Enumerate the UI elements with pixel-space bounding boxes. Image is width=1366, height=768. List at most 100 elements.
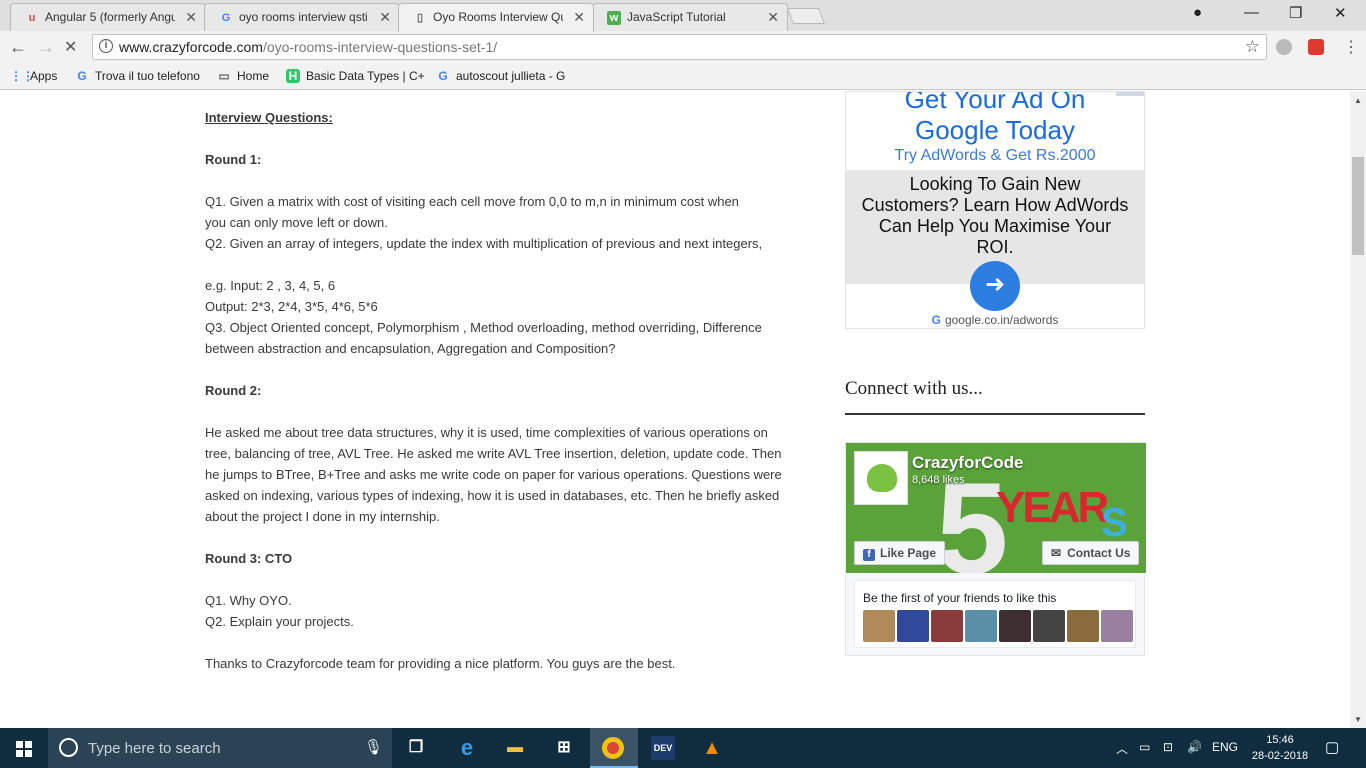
round-1-example-output: Output: 2*3, 2*4, 3*5, 4*6, 5*6 [205,299,378,314]
avatar[interactable] [854,451,908,505]
frog-logo-icon [867,464,897,492]
tab-angular[interactable]: u Angular 5 (formerly Angu ✕ [10,3,206,31]
adwords-ad[interactable]: Get Your Ad On Google Today Try AdWords … [845,91,1145,329]
chrome-icon[interactable] [602,737,624,759]
bookmark-label: autoscout jullieta - G [456,69,566,83]
divider [845,413,1145,415]
bookmark-apps[interactable]: ⋮⋮Apps [10,69,57,83]
close-tab-icon[interactable]: ✕ [573,9,585,26]
bookmarks-bar: ⋮⋮Apps G Trova il tuo telefono ▭ Home H Bas… [0,63,1366,90]
ad-body-text: Looking To Gain New Customers? Learn How… [846,174,1144,258]
network-icon[interactable]: ⊡ [1163,740,1173,754]
back-arrow-icon[interactable]: ← [9,37,27,58]
round-1-q2: Q2. Given an array of integers, update t… [205,236,763,251]
facebook-cover-image[interactable]: 5 YEAR S CrazyforCode 8,648 likes f Like … [846,443,1146,573]
input-language[interactable]: ENG [1212,740,1238,754]
forward-arrow-icon[interactable]: → [37,37,55,58]
tab-title: Angular 5 (formerly Angu [45,10,175,24]
apps-grid-icon: ⋮⋮ [10,69,34,83]
tab-google-search[interactable]: G oyo rooms interview qsti ✕ [204,3,400,31]
close-tab-icon[interactable]: ✕ [767,9,779,26]
windows-logo-icon [16,741,32,757]
facebook-likes-count: 8,648 likes [912,474,965,486]
clock-date: 28-02-2018 [1251,750,1309,762]
store-icon[interactable]: ⊞ [552,736,576,760]
close-window-button[interactable]: ✕ [1334,4,1347,22]
profile-icon[interactable]: ● [1193,4,1202,21]
ad-body-line: Looking To Gain New [909,174,1081,194]
page-icon: ▯ [416,12,424,24]
friend-avatar[interactable] [931,610,963,642]
new-tab-button[interactable] [787,8,825,24]
thanks-note: Thanks to Crazyforcode team for providin… [205,656,676,671]
extension-icon[interactable] [1308,39,1324,55]
bookmark-home[interactable]: ▭ Home [217,69,269,83]
bookmark-basic-data-types[interactable]: H Basic Data Types | C+ [286,69,425,83]
round-3-q1: Q1. Why OYO. [205,593,292,608]
google-icon: G [931,313,941,327]
ad-headline-1[interactable]: Get Your Ad On [846,92,1144,115]
bookmark-star-icon[interactable]: ☆ [1245,37,1260,57]
round-1-title: Round 1: [205,152,262,167]
ad-display-url[interactable]: Ggoogle.co.in/adwords [846,313,1144,327]
round-2-line: he jumps to BTree, B+Tree and asks me wr… [205,467,782,482]
tab-oyo-rooms[interactable]: ▯ Oyo Rooms Interview Qu ✕ [398,3,594,32]
facebook-icon: f [863,549,875,561]
like-page-button[interactable]: f Like Page [854,541,946,565]
battery-icon[interactable]: ▭ [1139,740,1150,754]
contact-us-button[interactable]: ✉ Contact Us [1042,541,1140,565]
file-explorer-icon[interactable]: ▬ [503,736,527,760]
microphone-icon[interactable]: 🎙 [364,738,383,756]
friend-avatar[interactable] [1101,610,1133,642]
interview-questions-heading: Interview Questions: [205,110,333,125]
ad-subhead[interactable]: Try AdWords & Get Rs.2000 [846,147,1144,165]
windows-taskbar: Type here to search 🎙 ❐ e ▬ ⊞ DEV ▲ ︿ ▭ … [0,728,1366,768]
extension-icon[interactable] [1276,39,1292,55]
restore-button[interactable]: ❐ [1289,4,1302,22]
arrow-right-icon[interactable]: ➜ [970,261,1020,311]
devcpp-icon[interactable]: DEV [651,736,675,760]
url-path: /oyo-rooms-interview-questions-set-1/ [262,39,498,55]
site-info-icon[interactable]: i [99,39,113,53]
scroll-down-arrow-icon[interactable]: ▼ [1354,715,1362,724]
tray-expand-icon[interactable]: ︿ [1116,740,1128,757]
scroll-up-arrow-icon[interactable]: ▲ [1354,96,1362,105]
clock[interactable]: 15:46 28-02-2018 [1250,732,1310,764]
friend-avatar[interactable] [897,610,929,642]
minimize-button[interactable]: — [1244,4,1259,21]
scrollbar-thumb[interactable] [1352,157,1364,255]
friend-avatar[interactable] [1067,610,1099,642]
round-2-line: tree, balancing of tree, AVL Tree. He as… [205,446,782,461]
friend-avatars [863,610,1135,647]
friend-avatar[interactable] [965,610,997,642]
friend-avatar[interactable] [1033,610,1065,642]
ad-headline-2[interactable]: Google Today [846,115,1144,146]
start-button[interactable] [0,728,48,768]
facebook-page-name[interactable]: CrazyforCode [912,453,1023,473]
task-view-icon[interactable]: ❐ [404,736,428,760]
tab-title: Oyo Rooms Interview Qu [433,10,563,24]
menu-kebab-icon[interactable]: ⋮ [1343,37,1359,57]
tab-title: JavaScript Tutorial [627,10,726,24]
google-icon: G [438,69,448,83]
stop-loading-icon[interactable]: ✕ [64,37,77,57]
friend-avatar[interactable] [999,610,1031,642]
action-center-icon[interactable]: ▢ [1325,738,1339,756]
edge-icon[interactable]: e [455,736,479,760]
tab-javascript-tutorial[interactable]: w JavaScript Tutorial ✕ [592,3,788,31]
ad-url-text: google.co.in/adwords [944,313,1059,327]
round-1-q3-line-1: Q3. Object Oriented concept, Polymorphis… [205,320,762,335]
google-icon: G [221,12,231,24]
bookmark-find-phone[interactable]: G Trova il tuo telefono [75,69,200,83]
taskbar-search-box[interactable]: Type here to search 🎙 [48,728,392,768]
close-tab-icon[interactable]: ✕ [185,9,197,26]
volume-icon[interactable]: 🔊 [1187,740,1202,754]
friends-text: Be the first of your friends to like thi… [863,591,1057,605]
address-bar[interactable]: i www.crazyforcode.com/oyo-rooms-intervi… [92,34,1267,60]
bookmark-autoscout[interactable]: Gautoscout jullieta - G [436,69,565,83]
friend-avatar[interactable] [863,610,895,642]
vlc-icon[interactable]: ▲ [700,736,724,760]
close-tab-icon[interactable]: ✕ [379,9,391,26]
round-3-title: Round 3: CTO [205,551,293,566]
round-2-line: about the project I done in my internshi… [205,509,440,524]
